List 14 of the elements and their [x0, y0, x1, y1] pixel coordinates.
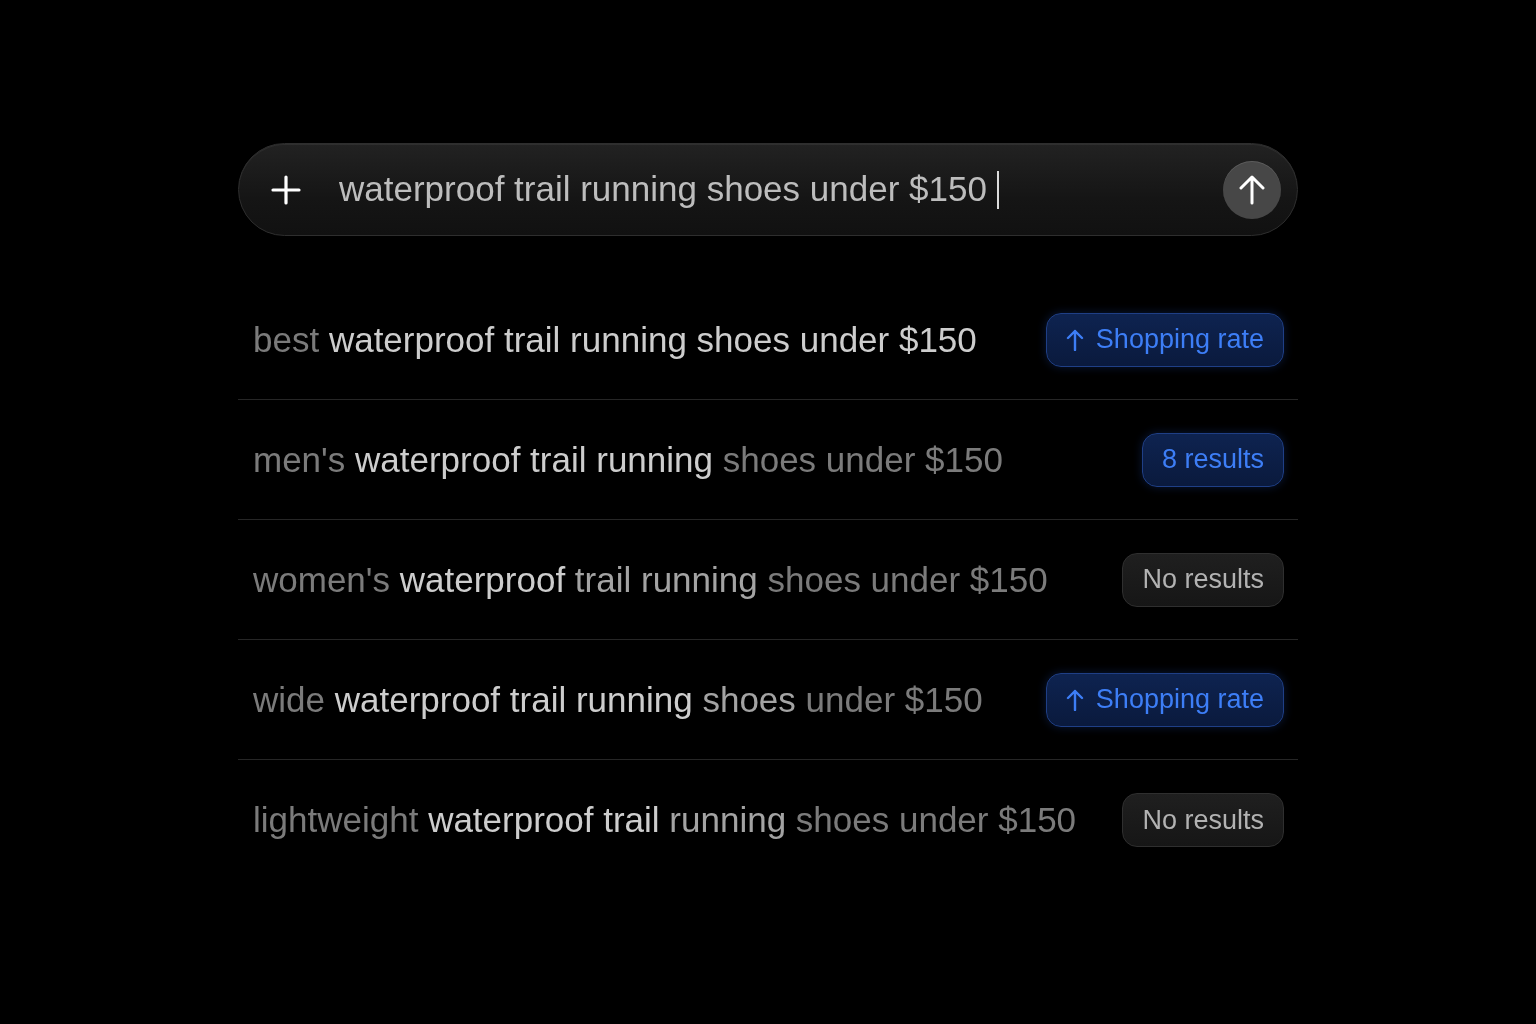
search-input[interactable]: waterproof trail running shoes under $150 [339, 165, 989, 214]
suggestion-text[interactable]: men's waterproof trail running shoes under $150 [253, 438, 1003, 481]
suggestion-text[interactable]: lightweight waterproof trail running shoes under $150 [253, 799, 1077, 841]
suggestion-text[interactable]: wide waterproof trail running shoes under $150 [253, 678, 983, 721]
status-tag: 8 results [1141, 432, 1284, 487]
suggestion-text[interactable]: women's waterproof trail running shoes under $150 [253, 558, 1048, 601]
suggestion-text[interactable]: best waterproof trail running shoes under $150 [253, 318, 977, 361]
up-arrow-icon [1238, 174, 1266, 205]
status-tag: No results [1122, 793, 1284, 847]
search-field[interactable]: waterproof trail running shoes under $150 [238, 143, 1298, 236]
tag-label: Shopping rate [1095, 683, 1264, 717]
plus-icon [271, 174, 301, 205]
tag-label: Shopping rate [1095, 323, 1264, 357]
status-tag: No results [1122, 552, 1284, 607]
